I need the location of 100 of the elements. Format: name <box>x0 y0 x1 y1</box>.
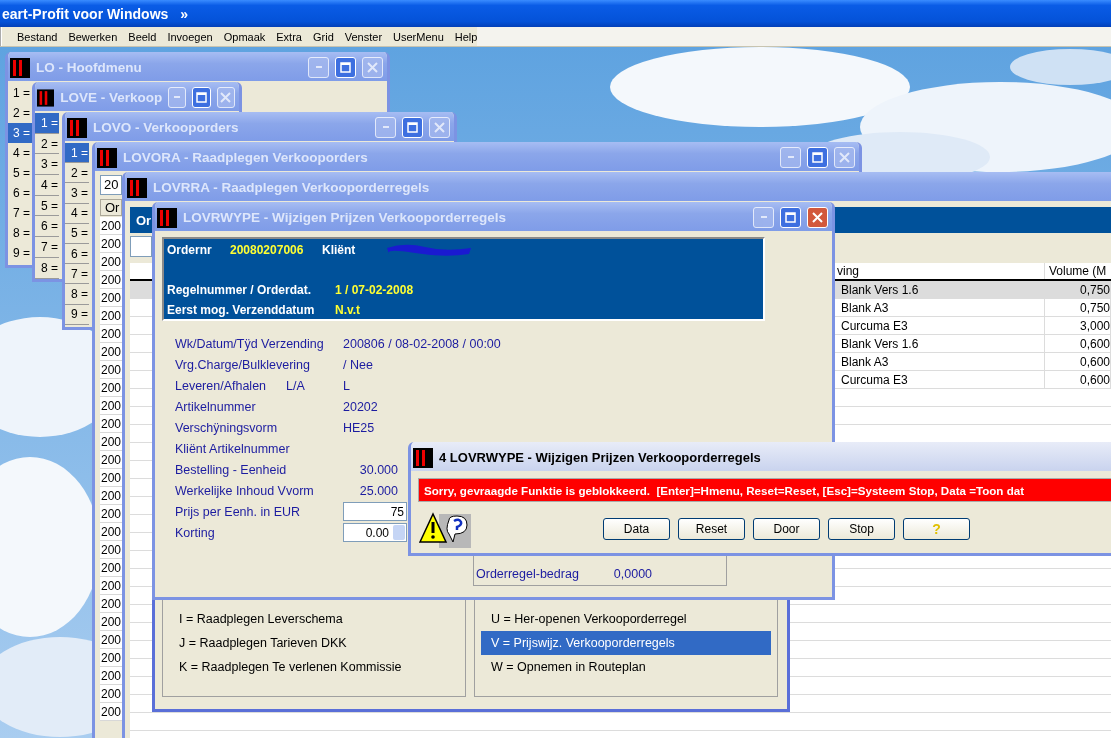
minimize-button[interactable] <box>308 57 329 78</box>
menu-option[interactable]: 5 = <box>8 163 32 183</box>
menu-option[interactable]: V = Prijswijz. Verkooporderregels <box>481 631 771 655</box>
window-icon <box>127 177 147 198</box>
menu-option[interactable]: 3 = <box>8 123 32 143</box>
close-button[interactable] <box>807 207 828 228</box>
menu-option[interactable]: 2 = <box>35 133 59 155</box>
maximize-button[interactable] <box>335 57 356 78</box>
minimize-button[interactable] <box>780 147 801 168</box>
minimize-button[interactable] <box>168 87 187 108</box>
minimize-icon <box>314 66 323 69</box>
dialog-button[interactable]: Reset <box>678 518 745 540</box>
table-cell: 200 <box>100 217 122 235</box>
input-field[interactable]: 75 <box>343 502 407 521</box>
window-title: LOVE - Verkoop <box>60 90 163 105</box>
maximize-button[interactable] <box>402 117 423 138</box>
table-cell: 200 <box>100 433 122 451</box>
menu-item[interactable]: Help <box>454 30 478 43</box>
menu-option[interactable]: 7 = <box>35 237 59 258</box>
dialog-button[interactable]: Door <box>753 518 820 540</box>
menu-option[interactable]: 9 = <box>65 304 89 325</box>
menu-option[interactable]: 4 = <box>8 143 32 163</box>
menu-item[interactable]: Invoegen <box>167 30 213 43</box>
menu-item[interactable]: Opmaak <box>223 30 266 43</box>
minimize-button[interactable] <box>753 207 774 228</box>
menu-item[interactable]: Extra <box>276 30 302 43</box>
table-cell: 200 <box>100 595 122 613</box>
window-title: LOVRWYPE - Wijzigen Prijzen Verkooporderregels <box>183 210 507 225</box>
window-icon <box>37 87 55 108</box>
menu-item[interactable]: Beeld <box>128 30 157 43</box>
maximize-icon <box>340 62 351 73</box>
menu-option[interactable]: 8 = <box>8 223 32 243</box>
menu-option[interactable]: 6 = <box>8 183 32 203</box>
table-cell: 200 <box>100 703 122 721</box>
menu-option[interactable]: 4 = <box>35 175 59 196</box>
field-value: L <box>343 378 351 393</box>
menu-item[interactable]: Grid <box>312 30 334 43</box>
field-label: Prijs per Eenh. in EUR <box>175 504 302 519</box>
close-button[interactable] <box>362 57 383 78</box>
info-label: Eerst mog. Verzenddatum <box>167 303 316 317</box>
field-value: HE25 <box>343 420 376 435</box>
spin-field[interactable]: 0.00 <box>343 523 407 542</box>
menu-option[interactable]: 6 = <box>35 216 59 238</box>
menu-option[interactable]: 8 = <box>65 284 89 305</box>
menu-item[interactable]: UserMenu <box>393 30 444 43</box>
maximize-icon <box>785 212 796 223</box>
menu-item[interactable]: Venster <box>344 30 383 43</box>
maximize-button[interactable] <box>807 147 828 168</box>
dialog-button[interactable]: Stop <box>828 518 895 540</box>
field-label: Werkelijke Inhoud Vvorm <box>175 483 315 498</box>
close-button[interactable] <box>216 87 235 108</box>
field-value: 25.000 <box>358 483 398 498</box>
table-cell: 200 <box>100 271 122 289</box>
column-header[interactable]: Or <box>100 199 122 216</box>
menu-item[interactable]: Bewerken <box>68 30 118 43</box>
menu-item[interactable]: Bestand <box>17 30 58 43</box>
menu-option[interactable]: 7 = <box>8 203 32 223</box>
minimize-icon <box>381 126 390 129</box>
search-field[interactable]: 20 <box>100 175 122 195</box>
table-cell: 200 <box>100 667 122 685</box>
menu-option[interactable]: 2 = <box>65 163 89 184</box>
menu-option[interactable]: 1 = <box>65 143 89 164</box>
table-cell: 200 <box>100 649 122 667</box>
menu-option[interactable]: 1 = <box>8 83 32 103</box>
menu-option[interactable]: 8 = <box>35 257 59 279</box>
menu-option[interactable]: W = Opnemen in Routeplan <box>481 655 771 679</box>
info-value: 1 / 07-02-2008 <box>334 283 415 297</box>
table-cell: 200 <box>100 541 122 559</box>
close-button[interactable] <box>834 147 855 168</box>
column-header[interactable]: ving <box>836 263 1045 279</box>
menu-option[interactable]: 9 = <box>8 243 32 263</box>
menu-option[interactable]: I = Raadplegen Leverschema <box>169 607 459 631</box>
field-value: 200806 / 08-02-2008 / 00:00 <box>343 336 502 351</box>
maximize-button[interactable] <box>780 207 801 228</box>
menu-option[interactable]: K = Raadplegen Te verlenen Kommissie <box>169 655 459 679</box>
menu-option[interactable]: 7 = <box>65 264 89 285</box>
menu-option[interactable]: 3 = <box>65 183 89 204</box>
menu-option[interactable]: 6 = <box>65 243 89 265</box>
field-label: Artikelnummer <box>175 399 257 414</box>
maximize-icon <box>196 92 208 103</box>
app-title: eart-Profit voor Windows <box>2 5 169 22</box>
minimize-button[interactable] <box>375 117 396 138</box>
menu-option[interactable]: 2 = <box>8 103 32 123</box>
window-title: LOVORA - Raadplegen Verkooporders <box>123 150 369 165</box>
close-button[interactable] <box>429 117 450 138</box>
menu-option[interactable]: 5 = <box>65 223 89 244</box>
menu-option[interactable]: J = Raadplegen Tarieven DKK <box>169 631 459 655</box>
menu-option[interactable]: U = Her-openen Verkooporderregel <box>481 607 771 631</box>
chevron[interactable]: » <box>180 5 189 22</box>
menu-option[interactable]: 4 = <box>65 203 89 224</box>
menu-option[interactable]: 3 = <box>35 154 59 176</box>
minimize-icon <box>786 156 795 159</box>
table-cell: 200 <box>100 469 122 487</box>
menu-option[interactable]: 5 = <box>35 195 59 217</box>
menu-option[interactable]: 1 = <box>35 113 59 134</box>
table-cell: 200 <box>100 631 122 649</box>
field-label: Kliënt Artikelnummer <box>175 441 291 456</box>
maximize-button[interactable] <box>192 87 211 108</box>
dialog-button[interactable]: Data <box>603 518 670 540</box>
filter-field[interactable] <box>130 236 152 257</box>
